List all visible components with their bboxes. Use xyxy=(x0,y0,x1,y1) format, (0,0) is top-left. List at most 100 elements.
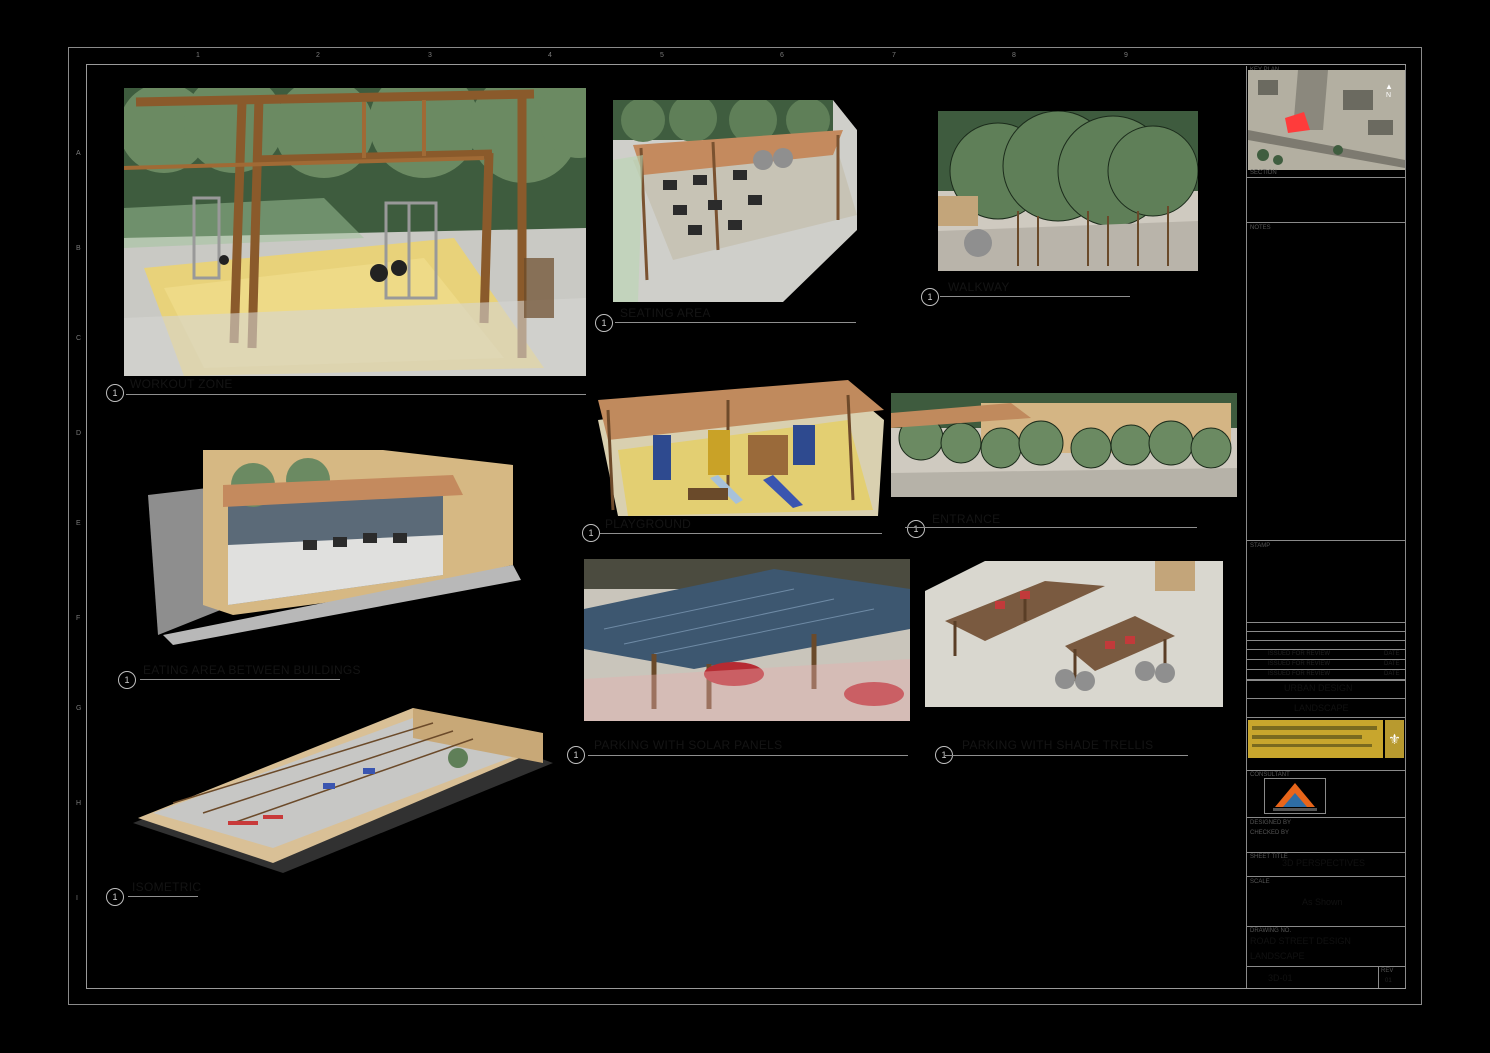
view-number-bubble: 1 xyxy=(567,746,585,764)
revision-date: DATE xyxy=(1384,661,1400,667)
grid-marker-c: C xyxy=(76,335,82,342)
drawing-title-line-1: ROAD STREET DESIGN xyxy=(1250,936,1351,946)
notes-label: NOTES xyxy=(1250,225,1271,231)
revision-row xyxy=(1246,622,1406,631)
view-number-bubble: 1 xyxy=(921,288,939,306)
tb-divider xyxy=(1246,852,1406,853)
view-caption-parking-shade: PARKING WITH SHADE TRELLIS xyxy=(962,738,1154,752)
drawing-no-label: DRAWING NO. xyxy=(1250,928,1292,934)
grid-marker-3: 3 xyxy=(428,52,432,59)
scale-value: As Shown xyxy=(1302,897,1343,907)
caption-underline xyxy=(600,533,882,534)
grid-marker-h: H xyxy=(76,800,82,807)
entrance-render xyxy=(891,393,1237,497)
scale-label: SCALE xyxy=(1250,879,1270,885)
sheet-number: 3D-01 xyxy=(1268,973,1293,983)
revision-row: ISSUED FOR REVIEW DATE xyxy=(1246,669,1406,680)
view-caption-workout-zone: WORKOUT ZONE xyxy=(130,377,233,391)
parking-solar-render xyxy=(584,559,910,721)
caption-underline xyxy=(615,322,856,323)
walkway-render xyxy=(938,111,1198,271)
grid-marker-9: 9 xyxy=(1124,52,1128,59)
tb-divider xyxy=(1246,817,1406,818)
tb-divider xyxy=(1246,717,1406,718)
tb-divider xyxy=(1246,222,1406,223)
caption-underline xyxy=(140,679,340,680)
grid-marker-i: I xyxy=(76,895,78,902)
view-number-bubble: 1 xyxy=(907,520,925,538)
view-caption-entrance: ENTRANCE xyxy=(932,512,1001,526)
view-number-bubble: 1 xyxy=(106,384,124,402)
title-block xyxy=(1246,66,1406,988)
tb-divider xyxy=(1246,540,1406,541)
north-label: N xyxy=(1386,92,1392,99)
grid-marker-2: 2 xyxy=(316,52,320,59)
view-number-bubble: 1 xyxy=(582,524,600,542)
revision-table: ISSUED FOR REVIEW DATE ISSUED FOR REVIEW… xyxy=(1246,622,1406,680)
tb-divider xyxy=(1246,770,1406,771)
revision-row: ISSUED FOR REVIEW DATE xyxy=(1246,649,1406,659)
view-caption-walkway: WALKWAY xyxy=(948,280,1010,294)
key-plan-map xyxy=(1248,70,1405,170)
view-caption-parking-solar: PARKING WITH SOLAR PANELS xyxy=(594,738,783,752)
grid-marker-6: 6 xyxy=(780,52,784,59)
caption-underline xyxy=(128,896,198,897)
project-code: LANDSCAPE xyxy=(1294,703,1349,713)
tb-divider xyxy=(1246,177,1406,178)
view-caption-playground: PLAYGROUND xyxy=(605,517,692,531)
grid-marker-5: 5 xyxy=(660,52,664,59)
caption-underline xyxy=(126,394,586,395)
tb-divider xyxy=(1246,876,1406,877)
view-number-bubble: 1 xyxy=(595,314,613,332)
north-arrow-icon: ▲ xyxy=(1385,82,1393,91)
revision-description: ISSUED FOR REVIEW xyxy=(1268,651,1331,657)
tb-divider xyxy=(1378,966,1379,988)
view-caption-isometric: ISOMETRIC xyxy=(132,880,202,894)
grid-marker-8: 8 xyxy=(1012,52,1016,59)
grid-marker-b: B xyxy=(76,245,81,252)
eating-area-render xyxy=(143,445,521,645)
tb-divider xyxy=(1246,926,1406,927)
grid-marker-g: G xyxy=(76,705,82,712)
project-name: URBAN DESIGN xyxy=(1284,683,1353,693)
revision-value: 01 xyxy=(1385,978,1392,984)
section-label: SECTION xyxy=(1250,170,1277,176)
grid-marker-a: A xyxy=(76,150,81,157)
view-caption-eating-area: EATING AREA BETWEEN BUILDINGS xyxy=(143,663,361,677)
tb-divider xyxy=(1246,680,1406,681)
revision-row: ISSUED FOR REVIEW DATE xyxy=(1246,659,1406,669)
designed-by-label: DESIGNED BY xyxy=(1250,820,1292,826)
parking-shade-render xyxy=(925,561,1223,707)
isometric-render xyxy=(133,703,563,873)
stamp-label: STAMP xyxy=(1250,543,1271,549)
grid-marker-f: F xyxy=(76,615,81,622)
view-number-bubble: 1 xyxy=(106,888,124,906)
grid-marker-4: 4 xyxy=(548,52,552,59)
caption-underline xyxy=(905,527,1197,528)
checked-by-label: CHECKED BY xyxy=(1250,830,1290,836)
tb-divider xyxy=(1246,966,1406,967)
playground-render xyxy=(598,380,884,516)
grid-marker-7: 7 xyxy=(892,52,896,59)
view-caption-seating-area: SEATING AREA xyxy=(620,306,711,320)
grid-marker-d: D xyxy=(76,430,82,437)
drawing-title-line-2: LANDSCAPE xyxy=(1250,951,1305,961)
sheet-title: 3D PERSPECTIVES xyxy=(1282,858,1366,868)
revision-date: DATE xyxy=(1384,671,1400,677)
emblem-icon: ⚜ xyxy=(1385,720,1404,758)
tb-divider xyxy=(1246,698,1406,699)
revision-description: ISSUED FOR REVIEW xyxy=(1268,671,1331,677)
consultant-logo xyxy=(1264,778,1326,814)
caption-underline xyxy=(588,755,908,756)
revision-row xyxy=(1246,631,1406,640)
seating-area-render xyxy=(613,100,857,302)
grid-marker-e: E xyxy=(76,520,81,527)
client-logo-panel xyxy=(1248,720,1383,758)
grid-marker-1: 1 xyxy=(196,52,200,59)
caption-underline xyxy=(945,755,1188,756)
revision-date: DATE xyxy=(1384,651,1400,657)
revision-description: ISSUED FOR REVIEW xyxy=(1268,661,1331,667)
revision-row xyxy=(1246,640,1406,649)
view-number-bubble: 1 xyxy=(118,671,136,689)
workout-zone-render xyxy=(124,88,586,376)
